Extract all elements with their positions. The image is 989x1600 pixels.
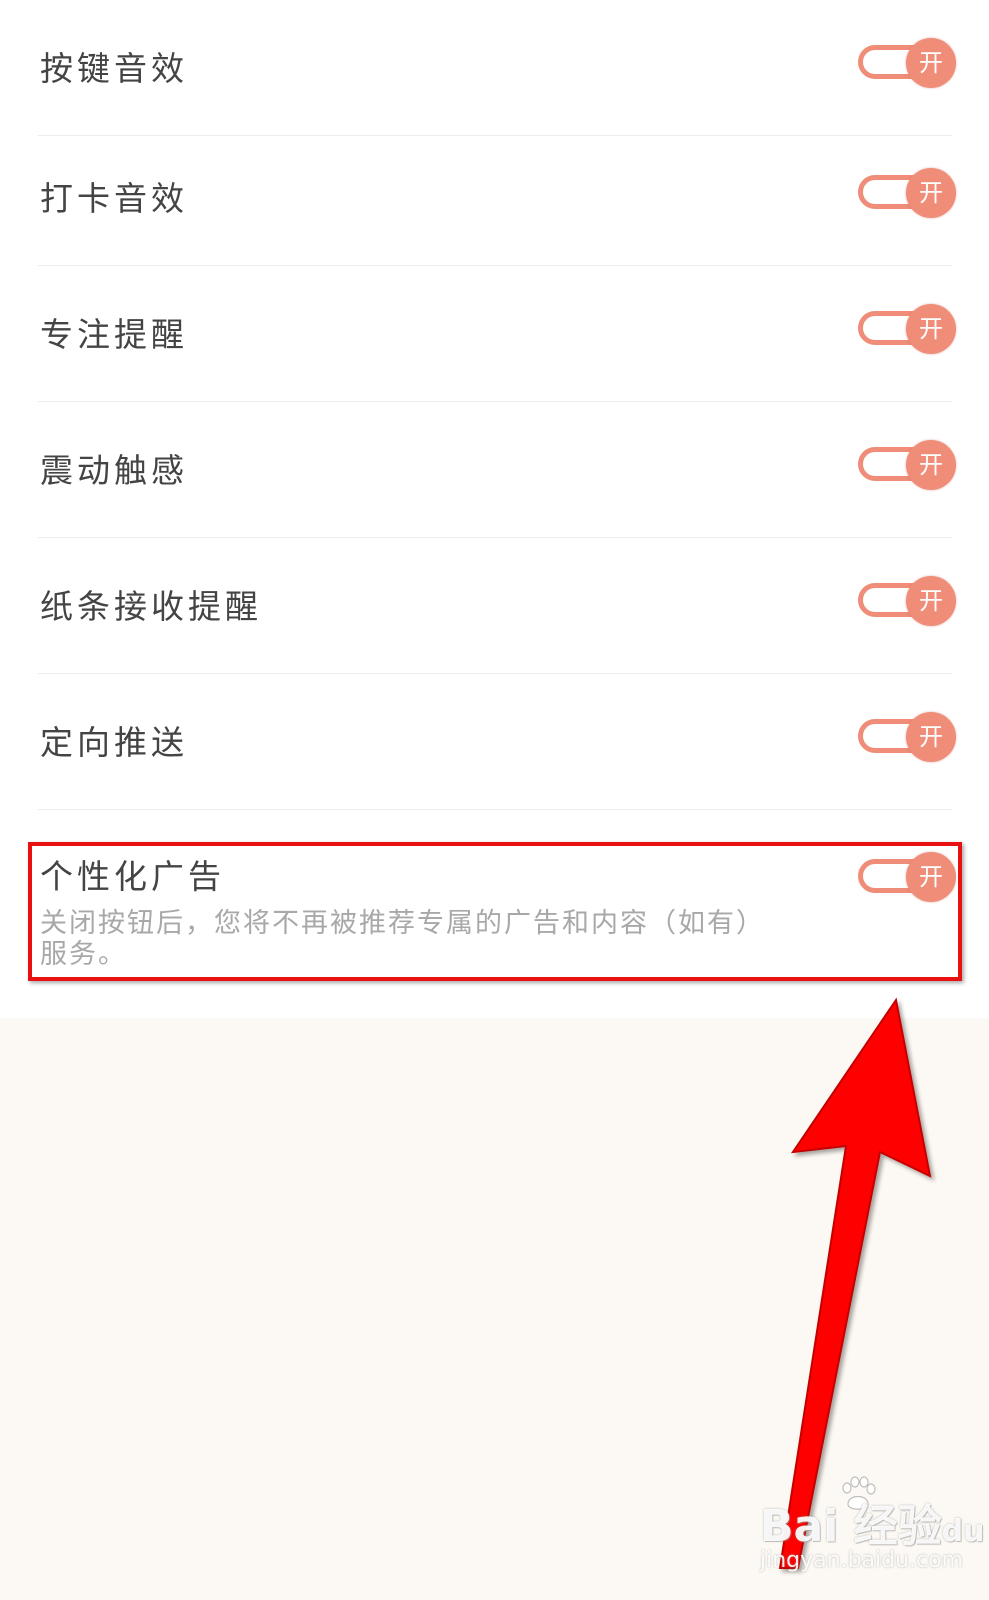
watermark-brand: Bai 经验du — [760, 1490, 984, 1554]
watermark: Bai 经验du jingyan.baidu.com — [760, 1476, 984, 1590]
watermark-brand-text: Bai 经验 — [760, 1501, 942, 1552]
arrow-icon — [778, 997, 932, 1569]
watermark-brand-du: du — [941, 1514, 985, 1549]
watermark-url: jingyan.baidu.com — [760, 1548, 964, 1573]
